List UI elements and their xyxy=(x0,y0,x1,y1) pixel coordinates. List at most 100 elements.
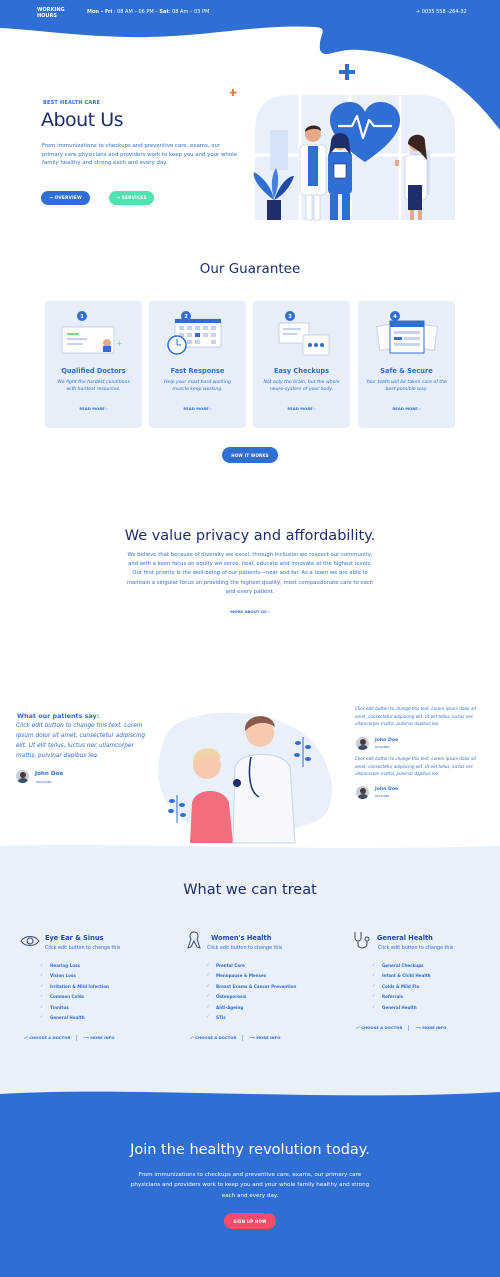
testimonial-role: DESIGNER xyxy=(375,745,390,749)
chat-bubbles-icon: 3 xyxy=(278,311,330,356)
list-item: Osteoporosis xyxy=(206,994,296,1004)
column-title: Women's Health xyxy=(211,934,272,942)
guarantee-card-3: 3 Easy Checkups Not only the brain, but … xyxy=(253,301,350,428)
sign-up-button[interactable]: SIGN UP NOW xyxy=(224,1213,276,1229)
hero-eyebrow: BEST HEALTH CARE xyxy=(43,100,101,106)
svg-text:+: + xyxy=(116,339,123,348)
guarantee-card-2: 2 Fast Response Help your most hard work… xyxy=(149,301,246,428)
list-item: Anti-Ageing xyxy=(206,1005,296,1015)
list-item: Vision Loss xyxy=(40,973,109,983)
column-subtitle: Click edit button to change this xyxy=(207,946,283,951)
plus-icon xyxy=(339,64,355,80)
arrow-icon: ⟶ xyxy=(249,1035,255,1040)
list-item: General Health xyxy=(372,1005,431,1015)
how-it-works-button[interactable]: HOW IT WORKS xyxy=(222,447,278,463)
privacy-title: We value privacy and affordability. xyxy=(124,528,376,544)
hero-text: From immunizations to checkups and preve… xyxy=(42,143,237,166)
card-text: Not only the brain, but the whole neuro-… xyxy=(263,380,340,392)
ribbon-icon xyxy=(187,931,201,949)
more-info-link[interactable]: MORE INFO xyxy=(90,1035,114,1040)
testimonials-heading: What our patients say: xyxy=(17,712,100,720)
testimonial-role: DESIGNER xyxy=(36,780,52,784)
list-item: General Checkups xyxy=(372,963,431,973)
read-more-link[interactable]: READ MORE › xyxy=(149,406,246,411)
list-item: Breast Exams & Cancer Prevention xyxy=(206,984,296,994)
list-item: Menopause & Menses xyxy=(206,973,296,983)
doctor-icon: ☍ xyxy=(356,1025,360,1030)
treat-title: What we can treat xyxy=(183,882,317,898)
testimonial-name: John Doe xyxy=(375,787,399,792)
card-title: Easy Checkups xyxy=(273,367,330,375)
choose-doctor-link[interactable]: CHOOSE A DOCTOR xyxy=(195,1035,236,1040)
arrow-icon: ⟶ xyxy=(83,1035,89,1040)
avatar xyxy=(16,770,29,783)
svg-text:1: 1 xyxy=(80,314,84,320)
list-item: Prental Care xyxy=(206,963,296,973)
guarantee-card-4: 4 Safe & Secure Your teeth will be taken… xyxy=(358,301,455,428)
hours-text: Mon – Fri : 08 AM – 06 PM – Sat: 08 Am –… xyxy=(87,9,210,15)
testimonial-name: John Doe xyxy=(35,771,64,777)
list-item: Tinnitus xyxy=(40,1005,109,1015)
card-text: We fight the hardest conditions with har… xyxy=(57,380,130,392)
join-title: Join the healthy revolution today. xyxy=(130,1142,370,1158)
read-more-link[interactable]: READ MORE › xyxy=(45,406,142,411)
card-text: Help your most hard working muscle keep … xyxy=(164,380,231,392)
list-item: Colds & Mild Flu xyxy=(372,984,431,994)
arrow-icon: ⟶ xyxy=(415,1025,421,1030)
list-item: STIs xyxy=(206,1015,296,1025)
phone-number[interactable]: + 0035 558 -264-32 xyxy=(416,9,467,15)
more-info-link[interactable]: MORE INFO xyxy=(256,1035,280,1040)
page: WORKING HOURS Mon – Fri : 08 AM – 06 PM … xyxy=(0,0,500,1277)
read-more-link[interactable]: READ MORE › xyxy=(358,406,455,411)
condition-list: Prental Care Menopause & Menses Breast E… xyxy=(206,963,296,1025)
svg-text:3: 3 xyxy=(288,314,292,320)
doctor-patient-illustration xyxy=(158,712,333,844)
list-item: Irritation & Mild Infection xyxy=(40,984,109,994)
stethoscope-icon xyxy=(354,932,370,949)
working-hours-label: WORKING HOURS xyxy=(37,7,65,19)
more-about-link[interactable]: MORE ABOUT US › xyxy=(0,609,500,614)
testimonial-quote: Click edit button to change this text. L… xyxy=(16,723,146,759)
eye-icon xyxy=(20,936,40,946)
top-bar: WORKING HOURS Mon – Fri : 08 AM – 06 PM … xyxy=(0,0,500,130)
svg-text:4: 4 xyxy=(393,314,397,320)
plus-icon xyxy=(230,89,237,96)
choose-doctor-link[interactable]: CHOOSE A DOCTOR xyxy=(29,1035,70,1040)
doctors-illustration xyxy=(230,64,455,221)
condition-list: General Checkups Infant & Child Health C… xyxy=(372,963,431,1015)
column-links: ☍ CHOOSE A DOCTOR ⟶ MORE INFO xyxy=(24,1035,114,1041)
doctor-icon: ☍ xyxy=(24,1035,28,1040)
list-item: General Health xyxy=(40,1015,109,1025)
card-title: Fast Response xyxy=(170,367,225,375)
calendar-clock-icon: 2 xyxy=(167,311,222,355)
overview-button[interactable]: → OVERVIEW xyxy=(41,191,90,205)
more-info-link[interactable]: MORE INFO xyxy=(422,1025,446,1030)
privacy-text: We believe that because of diversity we … xyxy=(126,552,374,595)
testimonial-name: John Doe xyxy=(375,738,399,743)
list-item: Common Colds xyxy=(40,994,109,1004)
column-links: ☍ CHOOSE A DOCTOR ⟶ MORE INFO xyxy=(356,1025,446,1031)
column-subtitle: Click edit button to change this xyxy=(45,946,121,951)
join-text: From immunizations to checkups and preve… xyxy=(130,1172,370,1199)
svg-text:2: 2 xyxy=(184,314,188,320)
side-testimonial-quote: Click edit button to change this text. L… xyxy=(355,756,476,777)
testimonial-role: DESIGNER xyxy=(375,794,390,798)
column-links: ☍ CHOOSE A DOCTOR ⟶ MORE INFO xyxy=(190,1035,280,1041)
avatar xyxy=(356,737,369,750)
card-title: Safe & Secure xyxy=(380,367,433,375)
column-title: Eye Ear & Sinus xyxy=(45,934,104,942)
secure-files-icon: 4 xyxy=(375,311,439,354)
page-title: About Us xyxy=(41,109,124,131)
read-more-link[interactable]: READ MORE › xyxy=(253,406,350,411)
choose-doctor-link[interactable]: CHOOSE A DOCTOR xyxy=(361,1025,402,1030)
side-testimonial-quote: Click edit button to change this text. L… xyxy=(355,706,476,727)
card-title: Qualified Doctors xyxy=(61,367,126,375)
condition-list: Hearing Loss Vision Loss Irritation & Mi… xyxy=(40,963,109,1025)
card-text: Your teeth will be taken care of the bes… xyxy=(366,380,447,392)
list-item: Hearing Loss xyxy=(40,963,109,973)
list-item: Infant & Child Health xyxy=(372,973,431,983)
guarantee-title: Our Guarantee xyxy=(199,261,301,277)
avatar xyxy=(356,786,369,799)
services-button[interactable]: → SERVICES xyxy=(109,191,154,205)
guarantee-card-1: + 1 Qualified Doctors We fight the harde… xyxy=(45,301,142,428)
